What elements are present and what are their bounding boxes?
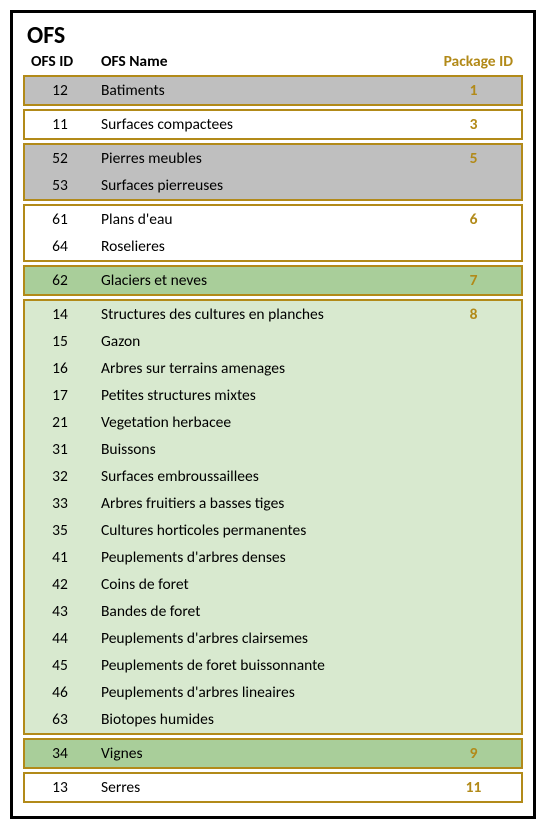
cell-package-id: 1 [426, 81, 521, 100]
table-row: 14Structures des cultures en planches8 [25, 301, 521, 328]
cell-ofs-id: 33 [25, 494, 95, 513]
cell-package-id: 7 [426, 271, 521, 290]
cell-ofs-name: Vegetation herbacee [95, 413, 426, 432]
cell-ofs-id: 14 [25, 305, 95, 324]
group: 12Batiments1 [23, 75, 523, 106]
cell-ofs-id: 46 [25, 683, 95, 702]
table-row: 17Petites structures mixtes [25, 382, 521, 409]
cell-ofs-name: Plans d'eau [95, 210, 426, 229]
group: 34Vignes9 [23, 738, 523, 769]
table-row: 64Roselieres [25, 233, 521, 260]
table-row: 43Bandes de foret [25, 598, 521, 625]
ofs-table-frame: OFS OFS ID OFS Name Package ID 12Batimen… [10, 10, 536, 819]
cell-ofs-id: 21 [25, 413, 95, 432]
cell-ofs-name: Pierres meubles [95, 149, 426, 168]
cell-ofs-name: Buissons [95, 440, 426, 459]
cell-ofs-name: Structures des cultures en planches [95, 305, 426, 324]
cell-ofs-id: 11 [25, 115, 95, 134]
cell-ofs-name: Serres [95, 778, 426, 797]
cell-ofs-name: Surfaces embroussaillees [95, 467, 426, 486]
cell-ofs-id: 43 [25, 602, 95, 621]
table-row: 42Coins de foret [25, 571, 521, 598]
cell-ofs-id: 62 [25, 271, 95, 290]
cell-ofs-id: 45 [25, 656, 95, 675]
cell-ofs-id: 15 [25, 332, 95, 351]
table-row: 15Gazon [25, 328, 521, 355]
table-row: 45Peuplements de foret buissonnante [25, 652, 521, 679]
cell-ofs-name: Coins de foret [95, 575, 426, 594]
table-row: 44Peuplements d'arbres clairsemes [25, 625, 521, 652]
table-row: 11Surfaces compactees3 [25, 111, 521, 138]
cell-ofs-name: Cultures horticoles permanentes [95, 521, 426, 540]
cell-ofs-name: Peuplements d'arbres lineaires [95, 683, 426, 702]
cell-package-id: 9 [426, 744, 521, 763]
cell-ofs-name: Glaciers et neves [95, 271, 426, 290]
cell-package-id: 5 [426, 149, 521, 168]
cell-ofs-id: 63 [25, 710, 95, 729]
cell-ofs-name: Surfaces compactees [95, 115, 426, 134]
cell-ofs-id: 16 [25, 359, 95, 378]
cell-ofs-id: 17 [25, 386, 95, 405]
cell-ofs-id: 41 [25, 548, 95, 567]
group: 52Pierres meubles553Surfaces pierreuses [23, 143, 523, 201]
cell-ofs-name: Gazon [95, 332, 426, 351]
cell-ofs-name: Batiments [95, 81, 426, 100]
cell-ofs-name: Vignes [95, 744, 426, 763]
table-row: 31Buissons [25, 436, 521, 463]
group: 61Plans d'eau664Roselieres [23, 204, 523, 262]
cell-ofs-id: 42 [25, 575, 95, 594]
cell-package-id: 6 [426, 210, 521, 229]
cell-package-id: 8 [426, 305, 521, 324]
cell-package-id: 11 [426, 778, 521, 797]
table-row: 35Cultures horticoles permanentes [25, 517, 521, 544]
cell-ofs-id: 52 [25, 149, 95, 168]
cell-ofs-name: Biotopes humides [95, 710, 426, 729]
table-row: 12Batiments1 [25, 77, 521, 104]
table-row: 63Biotopes humides [25, 706, 521, 733]
header-ofs-id: OFS ID [25, 52, 95, 71]
cell-ofs-id: 53 [25, 176, 95, 195]
table-title: OFS [27, 21, 523, 50]
cell-ofs-name: Arbres sur terrains amenages [95, 359, 426, 378]
cell-ofs-name: Peuplements de foret buissonnante [95, 656, 426, 675]
header-ofs-name: OFS Name [95, 52, 426, 71]
table-row: 32Surfaces embroussaillees [25, 463, 521, 490]
table-row: 34Vignes9 [25, 740, 521, 767]
cell-ofs-id: 32 [25, 467, 95, 486]
cell-ofs-id: 34 [25, 744, 95, 763]
table-body: 12Batiments111Surfaces compactees352Pier… [23, 75, 523, 803]
cell-ofs-id: 44 [25, 629, 95, 648]
table-row: 61Plans d'eau6 [25, 206, 521, 233]
cell-ofs-name: Peuplements d'arbres clairsemes [95, 629, 426, 648]
group: 11Surfaces compactees3 [23, 109, 523, 140]
table-row: 41Peuplements d'arbres denses [25, 544, 521, 571]
cell-ofs-name: Roselieres [95, 237, 426, 256]
cell-ofs-id: 31 [25, 440, 95, 459]
header-package-id: Package ID [426, 52, 521, 71]
group: 14Structures des cultures en planches815… [23, 299, 523, 735]
table-row: 53Surfaces pierreuses [25, 172, 521, 199]
table-row: 16Arbres sur terrains amenages [25, 355, 521, 382]
group: 62Glaciers et neves7 [23, 265, 523, 296]
cell-ofs-name: Bandes de foret [95, 602, 426, 621]
cell-ofs-id: 61 [25, 210, 95, 229]
cell-package-id: 3 [426, 115, 521, 134]
table-row: 52Pierres meubles5 [25, 145, 521, 172]
cell-ofs-id: 35 [25, 521, 95, 540]
cell-ofs-id: 13 [25, 778, 95, 797]
table-row: 21Vegetation herbacee [25, 409, 521, 436]
table-row: 13Serres11 [25, 774, 521, 801]
table-header: OFS ID OFS Name Package ID [23, 52, 523, 75]
table-row: 33Arbres fruitiers a basses tiges [25, 490, 521, 517]
cell-ofs-name: Surfaces pierreuses [95, 176, 426, 195]
table-row: 46Peuplements d'arbres lineaires [25, 679, 521, 706]
cell-ofs-name: Petites structures mixtes [95, 386, 426, 405]
cell-ofs-name: Arbres fruitiers a basses tiges [95, 494, 426, 513]
cell-ofs-id: 64 [25, 237, 95, 256]
table-row: 62Glaciers et neves7 [25, 267, 521, 294]
cell-ofs-name: Peuplements d'arbres denses [95, 548, 426, 567]
cell-ofs-id: 12 [25, 81, 95, 100]
